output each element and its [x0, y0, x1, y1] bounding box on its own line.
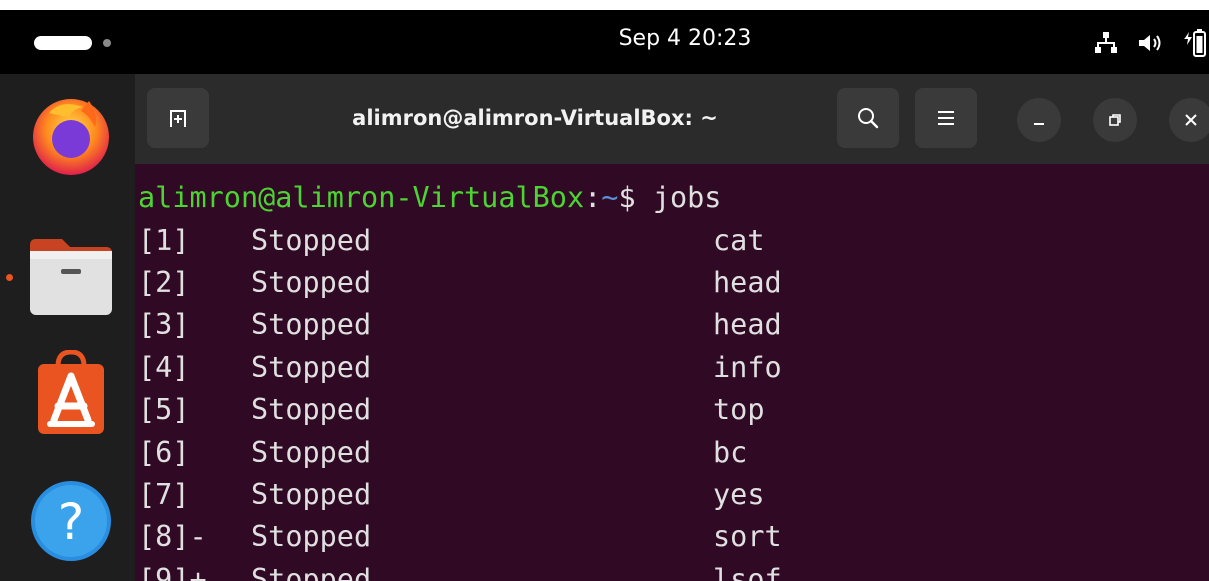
job-command: top — [713, 393, 765, 427]
running-indicator — [6, 274, 13, 281]
job-state: Stopped — [251, 350, 372, 384]
menu-button[interactable] — [915, 88, 977, 148]
job-row: [3] Stopped head — [138, 304, 1138, 346]
files-icon — [30, 239, 112, 315]
app-center-icon — [38, 350, 104, 434]
svg-text:?: ? — [58, 493, 85, 551]
search-button[interactable] — [837, 88, 899, 148]
job-command: yes — [713, 477, 765, 511]
header-bar: alimron@alimron-VirtualBox: ~ — [135, 74, 1209, 164]
minimize-button[interactable] — [1017, 98, 1061, 142]
job-command: head — [713, 308, 782, 342]
job-id: [3] — [138, 308, 190, 342]
battery-icon[interactable] — [1179, 28, 1209, 58]
job-id: [5] — [138, 393, 190, 427]
job-row: [1] Stopped cat — [138, 220, 1138, 262]
job-row: [9]+ Stopped lsof — [138, 559, 1138, 581]
search-icon — [858, 108, 879, 129]
prompt-separator: : — [584, 181, 602, 214]
prompt-line: alimron@alimron-VirtualBox:~$ jobs — [138, 177, 721, 219]
job-row: [7] Stopped yes — [138, 474, 1138, 516]
job-row: [2] Stopped head — [138, 262, 1138, 304]
job-command: lsof — [713, 562, 782, 581]
dock-item-app-center[interactable] — [28, 350, 114, 436]
volume-icon[interactable] — [1135, 28, 1165, 58]
top-bar: Sep 4 20:23 — [0, 10, 1209, 74]
job-state: Stopped — [251, 435, 372, 469]
job-state: Stopped — [251, 223, 372, 257]
job-command: info — [713, 350, 782, 384]
job-state: Stopped — [251, 265, 372, 299]
job-id: [9]+ — [138, 562, 207, 581]
system-tray[interactable] — [1077, 28, 1209, 58]
job-id: [1] — [138, 223, 190, 257]
job-state: Stopped — [251, 308, 372, 342]
job-id: [7] — [138, 477, 190, 511]
terminal-window: alimron@alimron-VirtualBox: ~ alimron@al… — [135, 74, 1209, 581]
job-command: head — [713, 265, 782, 299]
terminal-output[interactable]: alimron@alimron-VirtualBox:~$ jobs [1] St… — [138, 169, 1208, 581]
desktop: Sep 4 20:23 ? alimron@alimron-VirtualBox… — [0, 10, 1209, 581]
prompt-user: alimron@alimron-VirtualBox — [138, 181, 585, 214]
job-command: bc — [713, 435, 748, 469]
job-id: [6] — [138, 435, 190, 469]
job-row: [6] Stopped bc — [138, 432, 1138, 474]
job-state: Stopped — [251, 477, 372, 511]
dock-item-firefox[interactable] — [28, 92, 114, 178]
network-icon[interactable] — [1091, 28, 1121, 58]
job-state: Stopped — [251, 562, 372, 581]
close-icon — [1185, 114, 1197, 126]
job-id: [2] — [138, 265, 190, 299]
close-button[interactable] — [1169, 98, 1209, 142]
restore-button[interactable] — [1093, 98, 1137, 142]
help-icon: ? — [31, 481, 111, 561]
prompt-symbol: $ — [618, 181, 636, 214]
dock-item-files[interactable] — [28, 234, 114, 320]
command-text: jobs — [652, 181, 722, 214]
job-command: cat — [713, 223, 765, 257]
minimize-icon — [1034, 123, 1044, 125]
job-state: Stopped — [251, 393, 372, 427]
job-id: [4] — [138, 350, 190, 384]
job-state: Stopped — [251, 520, 372, 554]
firefox-icon — [33, 99, 109, 175]
dock: ? — [0, 74, 135, 581]
job-row: [4] Stopped info — [138, 347, 1138, 389]
dock-item-help[interactable]: ? — [28, 478, 114, 564]
prompt-path: ~ — [601, 181, 619, 214]
clock[interactable]: Sep 4 20:23 — [0, 26, 1209, 51]
job-row: [5] Stopped top — [138, 389, 1138, 431]
job-id: [8]- — [138, 520, 207, 554]
restore-icon — [1109, 114, 1121, 126]
job-row: [8]- Stopped sort — [138, 516, 1138, 558]
menu-icon — [938, 111, 954, 125]
job-command: sort — [713, 520, 782, 554]
window-title: alimron@alimron-VirtualBox: ~ — [352, 106, 718, 130]
